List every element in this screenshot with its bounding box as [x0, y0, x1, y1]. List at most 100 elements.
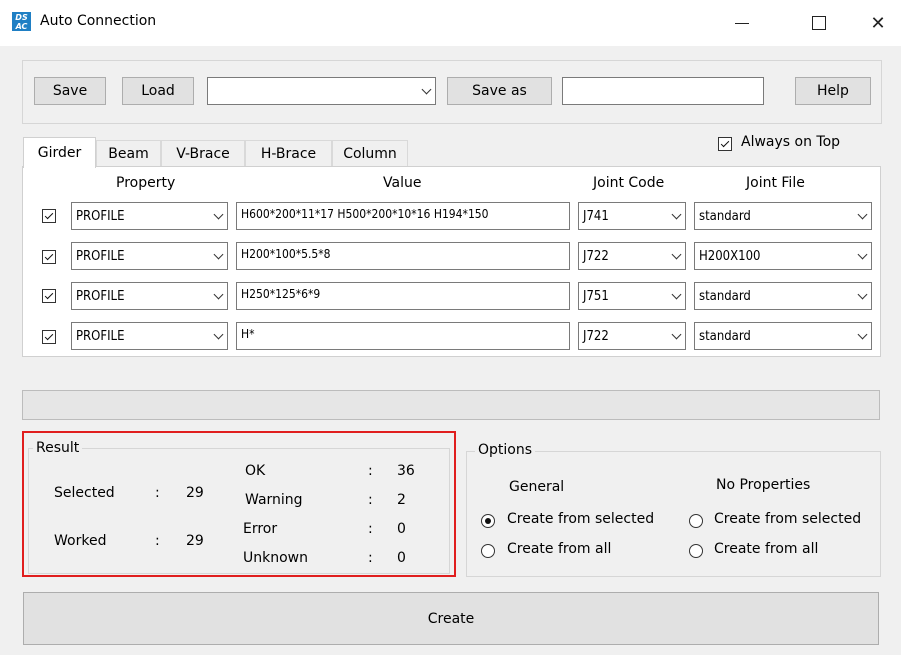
chevron-down-icon [853, 329, 871, 339]
property-value: PROFILE [76, 288, 125, 304]
selected-value: 29 [186, 485, 204, 501]
joint-file-value: standard [699, 208, 751, 224]
row-checkbox[interactable] [42, 330, 56, 344]
tab-label: Girder [37, 145, 82, 161]
title-bar: DS AC Auto Connection ✕ [0, 0, 901, 46]
joint-code-combo[interactable]: J722 [578, 242, 686, 270]
joint-code-value: J751 [583, 288, 609, 304]
always-on-top-checkbox[interactable] [718, 137, 732, 151]
joint-code-value: J741 [583, 208, 609, 224]
result-group [28, 448, 450, 574]
warning-label: Warning [245, 492, 303, 508]
noprop-from-all-label[interactable]: Create from all [714, 541, 818, 557]
value-input[interactable]: H600*200*11*17 H500*200*10*16 H194*150 [236, 202, 570, 230]
noprop-from-selected-radio[interactable] [689, 514, 703, 528]
close-icon: ✕ [870, 12, 886, 34]
worked-label: Worked [54, 533, 107, 549]
joint-file-combo[interactable]: standard [694, 322, 872, 350]
joint-file-combo[interactable]: H200X100 [694, 242, 872, 270]
property-combo[interactable]: PROFILE [71, 202, 228, 230]
chevron-down-icon [853, 289, 871, 299]
property-combo[interactable]: PROFILE [71, 282, 228, 310]
checkmark-icon [44, 331, 54, 341]
joint-code-combo[interactable]: J722 [578, 322, 686, 350]
error-value: 0 [397, 521, 406, 537]
tab-label: Column [343, 145, 397, 162]
save-as-button[interactable]: Save as [447, 77, 552, 105]
checkmark-icon [44, 290, 54, 300]
joint-file-value: standard [699, 328, 751, 344]
value-input[interactable]: H250*125*6*9 [236, 282, 570, 310]
chevron-down-icon [209, 289, 227, 299]
joint-code-combo[interactable]: J741 [578, 202, 686, 230]
value-input[interactable]: H* [236, 322, 570, 350]
always-on-top-label: Always on Top [741, 134, 841, 150]
close-button[interactable]: ✕ [855, 0, 901, 46]
property-value: PROFILE [76, 328, 125, 344]
create-button[interactable]: Create [23, 592, 879, 645]
noprop-from-all-radio[interactable] [689, 544, 703, 558]
joint-code-value: J722 [583, 328, 609, 344]
chevron-down-icon [209, 329, 227, 339]
joint-file-value: H200X100 [699, 248, 761, 264]
checkmark-icon [720, 138, 730, 148]
load-button[interactable]: Load [122, 77, 194, 105]
chevron-down-icon [853, 249, 871, 259]
general-label: General [509, 479, 565, 495]
joint-code-value: J722 [583, 248, 609, 264]
tab-h-brace[interactable]: H-Brace [245, 140, 332, 166]
value-input[interactable]: H200*100*5.5*8 [236, 242, 570, 270]
joint-code-combo[interactable]: J751 [578, 282, 686, 310]
options-title: Options [475, 442, 536, 458]
tab-beam[interactable]: Beam [96, 140, 161, 166]
general-from-selected-radio[interactable] [481, 514, 495, 528]
result-title: Result [33, 440, 83, 456]
row-checkbox[interactable] [42, 250, 56, 264]
chevron-down-icon [853, 209, 871, 219]
no-properties-label: No Properties [716, 477, 811, 493]
save-as-input[interactable] [562, 77, 764, 105]
maximize-icon [812, 16, 826, 30]
file-combo[interactable] [207, 77, 436, 105]
general-from-all-radio[interactable] [481, 544, 495, 558]
tab-label: Beam [108, 145, 149, 162]
selected-label: Selected [54, 485, 115, 501]
header-property: Property [116, 175, 176, 191]
help-button[interactable]: Help [795, 77, 871, 105]
general-from-selected-label[interactable]: Create from selected [507, 511, 654, 527]
header-joint-code: Joint Code [593, 175, 665, 191]
save-button[interactable]: Save [34, 77, 106, 105]
joint-file-combo[interactable]: standard [694, 202, 872, 230]
checkmark-icon [44, 251, 54, 261]
ok-value: 36 [397, 463, 415, 479]
minimize-button[interactable] [719, 0, 765, 46]
row-checkbox[interactable] [42, 289, 56, 303]
general-from-all-label[interactable]: Create from all [507, 541, 611, 557]
progress-bar [22, 390, 880, 420]
maximize-button[interactable] [796, 0, 842, 46]
joint-file-combo[interactable]: standard [694, 282, 872, 310]
error-label: Error [243, 521, 278, 537]
row-checkbox[interactable] [42, 209, 56, 223]
worked-colon: : [155, 533, 160, 549]
selected-colon: : [155, 485, 160, 501]
chevron-down-icon [667, 249, 685, 259]
tab-label: V-Brace [176, 145, 230, 162]
header-value: Value [383, 175, 422, 191]
tab-label: H-Brace [260, 145, 317, 162]
minimize-icon [735, 22, 749, 24]
property-value: PROFILE [76, 208, 125, 224]
tab-girder[interactable]: Girder [23, 137, 96, 168]
warning-colon: : [368, 492, 373, 508]
ok-label: OK [245, 463, 266, 479]
tab-v-brace[interactable]: V-Brace [161, 140, 245, 166]
tab-column[interactable]: Column [332, 140, 408, 166]
chevron-down-icon [667, 209, 685, 219]
chevron-down-icon [209, 249, 227, 259]
property-combo[interactable]: PROFILE [71, 322, 228, 350]
chevron-down-icon [209, 209, 227, 219]
chevron-down-icon [667, 329, 685, 339]
radio-dot-icon [485, 518, 491, 524]
property-combo[interactable]: PROFILE [71, 242, 228, 270]
noprop-from-selected-label[interactable]: Create from selected [714, 511, 861, 527]
